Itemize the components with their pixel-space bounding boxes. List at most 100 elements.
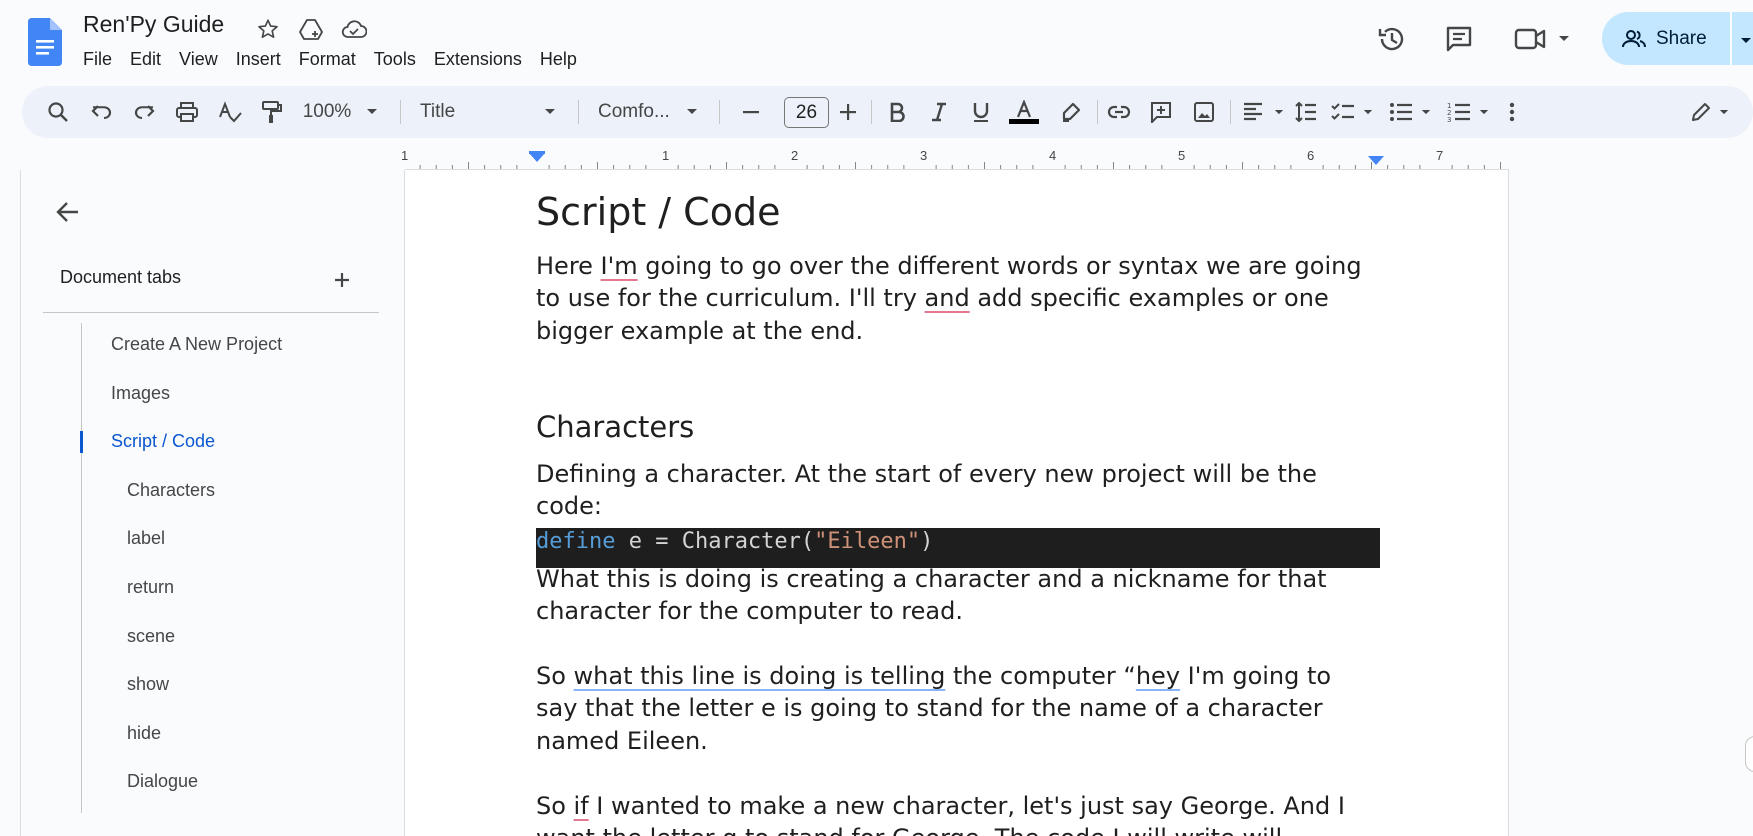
code-block: define e = Character("Eileen")	[536, 528, 1380, 568]
zoom-select[interactable]: 100%	[302, 96, 352, 128]
checklist-icon[interactable]	[1327, 96, 1359, 128]
spelling-flag[interactable]: if	[574, 792, 589, 820]
insert-comment-icon[interactable]	[1145, 96, 1177, 128]
what-this-paragraph: What this is doing is creating a charact…	[536, 565, 1327, 626]
toolbar-separator	[400, 100, 401, 124]
spelling-check-icon[interactable]	[214, 96, 246, 128]
tab-dialogue[interactable]: Dialogue	[127, 771, 198, 792]
tab-label[interactable]: label	[127, 528, 165, 549]
bulleted-list-icon[interactable]	[1385, 96, 1417, 128]
style-dropdown-icon[interactable]	[540, 96, 560, 128]
tab-create-a-new-project[interactable]: Create A New Project	[111, 334, 282, 355]
move-to-drive-icon[interactable]	[298, 16, 324, 42]
tab-characters[interactable]: Characters	[127, 480, 215, 501]
zoom-value: 100%	[302, 101, 352, 122]
checklist-dropdown-icon[interactable]	[1360, 96, 1376, 128]
share-dropdown-icon[interactable]	[1740, 32, 1752, 50]
numbered-list-icon[interactable]: 123	[1443, 96, 1475, 128]
toolbar-separator	[1097, 100, 1098, 124]
ruler-number: 6	[1307, 148, 1315, 163]
toolbar-separator	[719, 100, 720, 124]
tab-return[interactable]: return	[127, 577, 174, 598]
more-options-icon[interactable]	[1502, 96, 1522, 128]
style-select[interactable]: Title	[420, 96, 480, 128]
tab-scene[interactable]: scene	[127, 626, 175, 647]
menu-help[interactable]: Help	[531, 48, 586, 70]
ruler-number: 5	[1178, 148, 1186, 163]
text-color-icon[interactable]	[1006, 96, 1042, 128]
menu-format[interactable]: Format	[290, 48, 365, 70]
menu-edit[interactable]: Edit	[121, 48, 170, 70]
google-docs-logo-icon[interactable]	[28, 18, 62, 66]
sidebar-left-border	[20, 170, 21, 836]
grammar-flag[interactable]: hey	[1136, 662, 1180, 690]
defining-paragraph: Defining a character. At the start of ev…	[536, 460, 1317, 521]
active-tab-indicator	[80, 431, 83, 453]
insert-image-icon[interactable]	[1188, 96, 1220, 128]
add-tab-icon[interactable]	[328, 266, 356, 294]
redo-icon[interactable]	[128, 96, 160, 128]
tab-show[interactable]: show	[127, 674, 169, 695]
font-dropdown-icon[interactable]	[682, 96, 702, 128]
cloud-saved-icon[interactable]	[341, 16, 367, 42]
toolbar-separator	[871, 100, 872, 124]
grammar-flag[interactable]: what this line is doing is telling	[574, 662, 946, 690]
search-menus-icon[interactable]	[42, 96, 74, 128]
page-right-border	[1508, 170, 1509, 836]
font-value: Comfo...	[598, 101, 670, 122]
star-icon[interactable]	[255, 16, 281, 42]
menu-insert[interactable]: Insert	[227, 48, 290, 70]
undo-icon[interactable]	[86, 96, 118, 128]
highlight-color-icon[interactable]	[1055, 96, 1087, 128]
insert-link-icon[interactable]	[1103, 96, 1135, 128]
meet-dropdown-icon[interactable]	[1549, 22, 1579, 56]
menu-tools[interactable]: Tools	[365, 48, 425, 70]
ruler-number: 2	[791, 148, 799, 163]
font-size-input[interactable]: 26	[784, 97, 829, 128]
code-string: "Eileen"	[814, 529, 921, 554]
version-history-icon[interactable]	[1375, 22, 1409, 56]
side-panel-toggle[interactable]	[1745, 736, 1753, 772]
align-left-icon[interactable]	[1237, 96, 1269, 128]
so-if-paragraph: So if I wanted to make a new character, …	[536, 792, 1345, 836]
toolbar-separator	[578, 100, 579, 124]
svg-text:3: 3	[1447, 116, 1451, 123]
code-text: )	[920, 529, 934, 554]
ruler-number: 1	[401, 148, 409, 163]
spelling-flag[interactable]: and	[925, 284, 970, 312]
toolbar: 100% Title Comfo... 26 1 2 3	[22, 86, 1753, 138]
ruler-ticks	[405, 151, 1509, 170]
tab-script-code[interactable]: Script / Code	[111, 431, 215, 452]
ruler-number: 3	[920, 148, 928, 163]
paint-format-icon[interactable]	[256, 96, 288, 128]
back-arrow-icon[interactable]	[52, 196, 84, 228]
line-spacing-icon[interactable]	[1290, 96, 1322, 128]
underline-icon[interactable]	[965, 96, 997, 128]
bold-icon[interactable]	[881, 96, 913, 128]
document-title[interactable]: Ren'Py Guide	[83, 11, 224, 38]
menu-view[interactable]: View	[170, 48, 227, 70]
decrease-font-size-icon[interactable]	[736, 96, 766, 128]
left-indent-marker-icon	[529, 153, 545, 162]
font-select[interactable]: Comfo...	[598, 96, 678, 128]
menu-file[interactable]: File	[74, 48, 121, 70]
editing-mode-icon[interactable]	[1686, 96, 1716, 128]
document-tabs-heading: Document tabs	[60, 267, 182, 287]
meet-camera-icon[interactable]	[1513, 22, 1547, 56]
tab-hide[interactable]: hide	[127, 723, 161, 744]
print-icon[interactable]	[171, 96, 203, 128]
people-icon	[1622, 29, 1646, 47]
italic-icon[interactable]	[923, 96, 955, 128]
menu-extensions[interactable]: Extensions	[425, 48, 531, 70]
document-heading-title: Script / Code	[536, 190, 781, 234]
horizontal-ruler[interactable]: 1 1 2 3 4 5 6 7	[401, 148, 1509, 170]
increase-font-size-icon[interactable]	[832, 96, 864, 128]
tab-images[interactable]: Images	[111, 383, 170, 404]
numbered-list-dropdown-icon[interactable]	[1476, 96, 1492, 128]
comments-icon[interactable]	[1442, 22, 1476, 56]
zoom-dropdown-icon[interactable]	[362, 96, 382, 128]
editing-mode-dropdown-icon[interactable]	[1716, 96, 1732, 128]
bulleted-list-dropdown-icon[interactable]	[1418, 96, 1434, 128]
spelling-flag[interactable]: I'm	[601, 252, 638, 280]
align-dropdown-icon[interactable]	[1271, 96, 1287, 128]
